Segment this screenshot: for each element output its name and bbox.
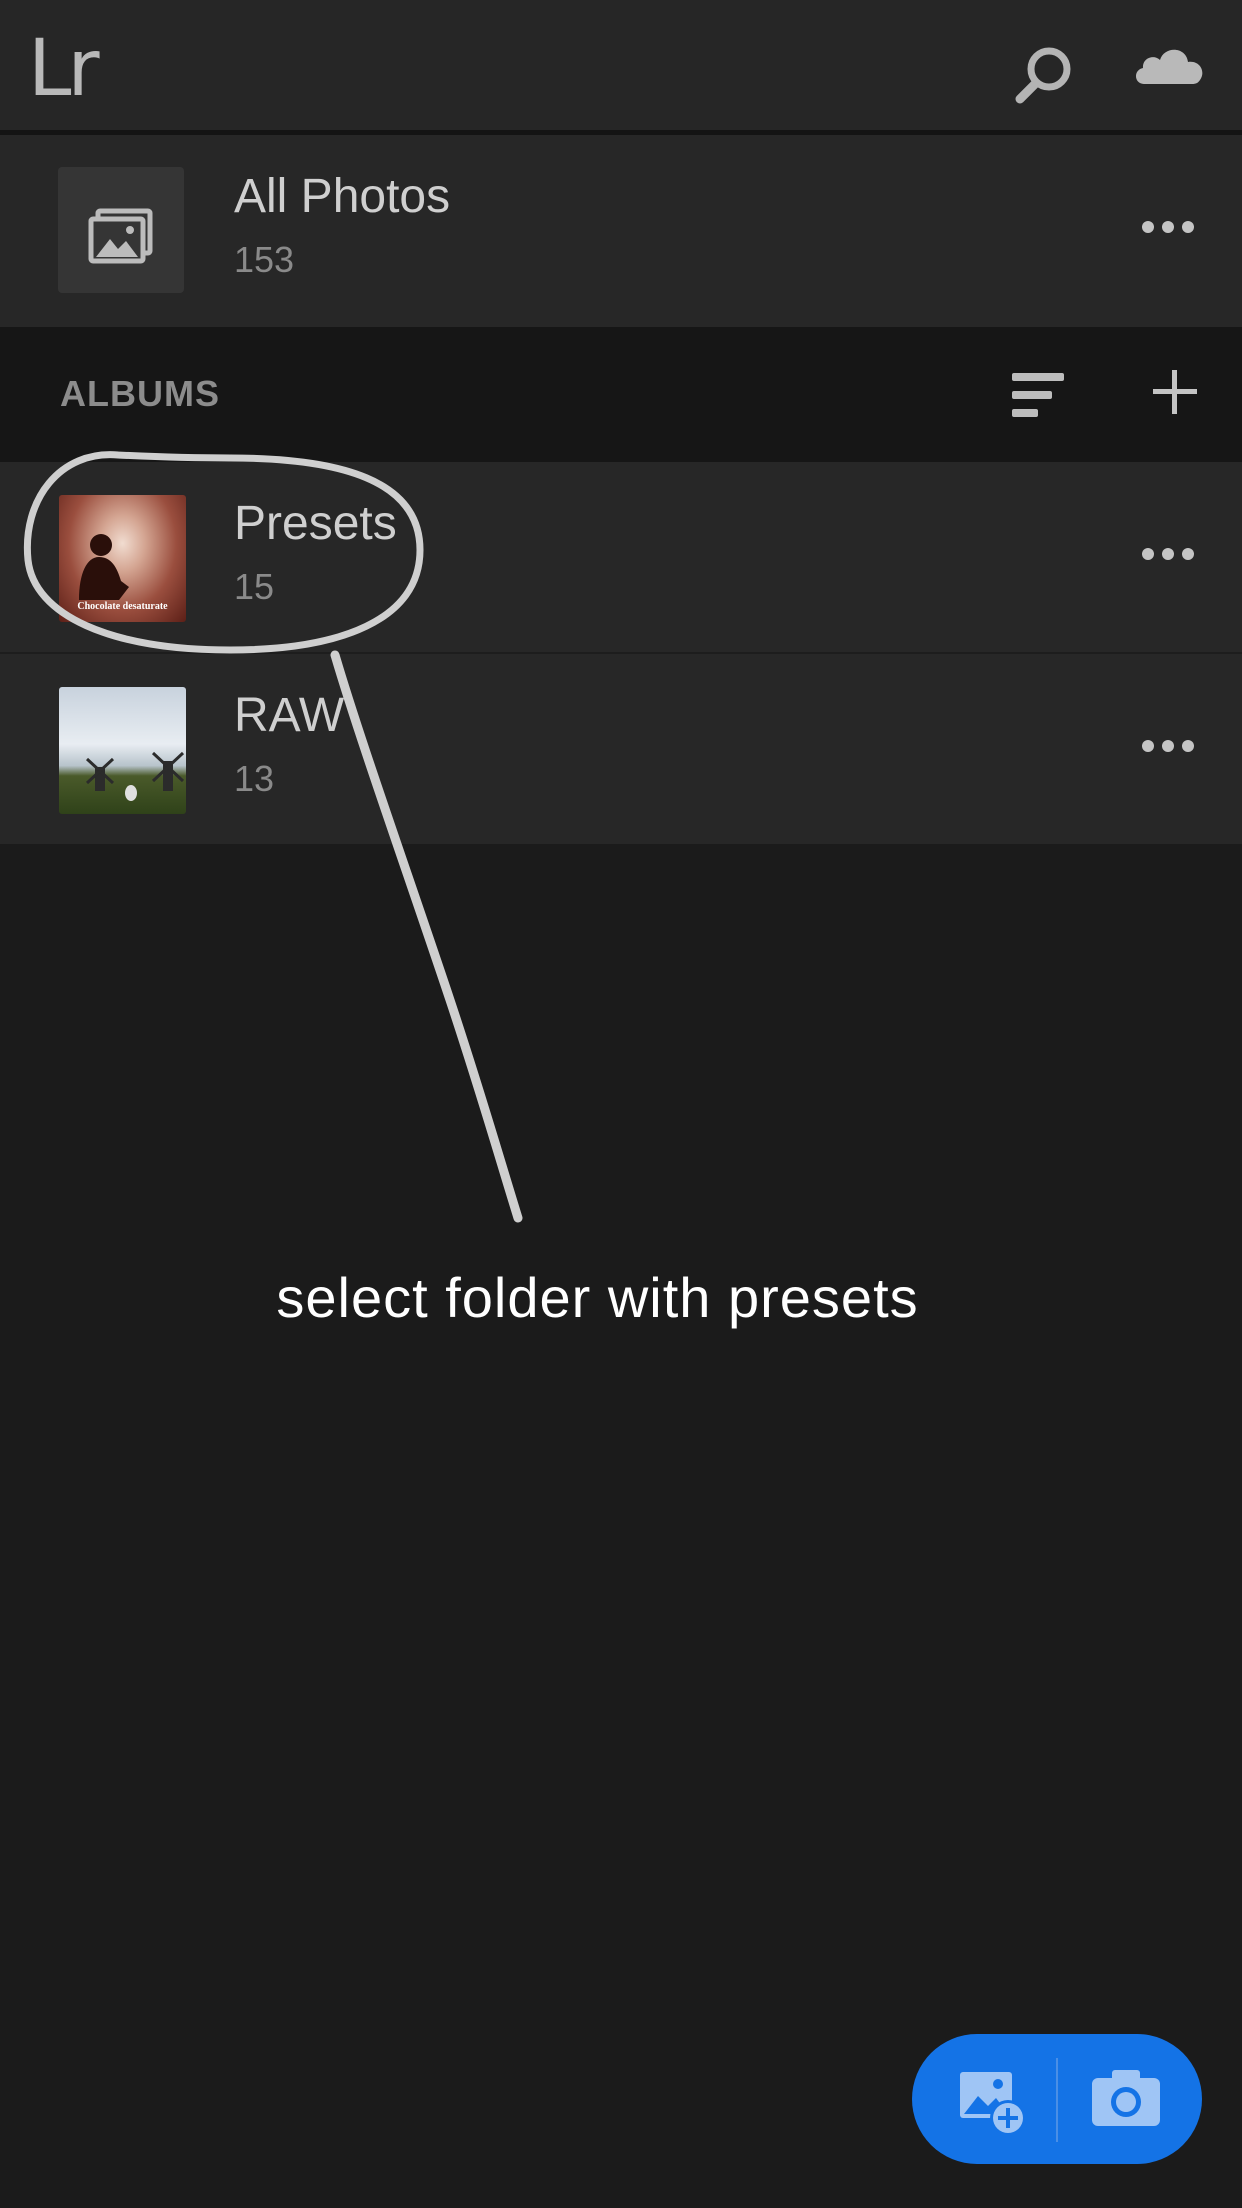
thumbnail-caption: Chocolate desaturate (77, 601, 168, 612)
album-thumbnail: Chocolate desaturate (59, 495, 186, 622)
camera-button[interactable] (1058, 2034, 1202, 2164)
add-album-button[interactable] (1150, 367, 1200, 417)
cloud-icon (1135, 49, 1203, 84)
album-more-button[interactable] (1140, 534, 1196, 574)
album-count: 13 (234, 758, 275, 799)
sort-icon (1012, 373, 1064, 417)
albums-label: ALBUMS (60, 373, 220, 414)
all-photos-row[interactable]: All Photos 153 (0, 135, 1242, 327)
windmill-image (85, 751, 185, 801)
all-photos-more-button[interactable] (1140, 207, 1196, 247)
all-photos-count: 153 (234, 239, 295, 280)
camera-icon (1092, 2070, 1160, 2126)
more-icon (1142, 548, 1194, 560)
top-bar: Lr (0, 0, 1242, 130)
sort-albums-button[interactable] (1010, 371, 1070, 421)
album-count: 15 (234, 566, 275, 607)
album-more-button[interactable] (1140, 726, 1196, 766)
album-row-raw[interactable]: RAW 13 (0, 654, 1242, 844)
album-thumbnail (59, 687, 186, 814)
all-photos-thumbnail (58, 167, 184, 293)
search-button[interactable] (1005, 36, 1085, 116)
album-row-presets[interactable]: Chocolate desaturate Presets 15 (0, 462, 1242, 652)
search-icon (1015, 47, 1071, 104)
annotation-instruction: select folder with presets (276, 1266, 919, 1329)
cloud-sync-button[interactable] (1130, 38, 1210, 98)
lightroom-logo: Lr (28, 24, 100, 114)
albums-section-header: ALBUMS (0, 327, 1242, 462)
all-photos-title: All Photos (234, 170, 451, 223)
plus-icon (1153, 370, 1197, 414)
album-title: RAW (234, 689, 345, 742)
add-photo-icon (960, 2072, 1026, 2136)
album-title: Presets (234, 497, 397, 550)
add-photos-fab (912, 2034, 1202, 2164)
more-icon (1142, 221, 1194, 233)
import-photos-button[interactable] (912, 2034, 1056, 2164)
photos-icon (88, 208, 153, 264)
more-icon (1142, 740, 1194, 752)
